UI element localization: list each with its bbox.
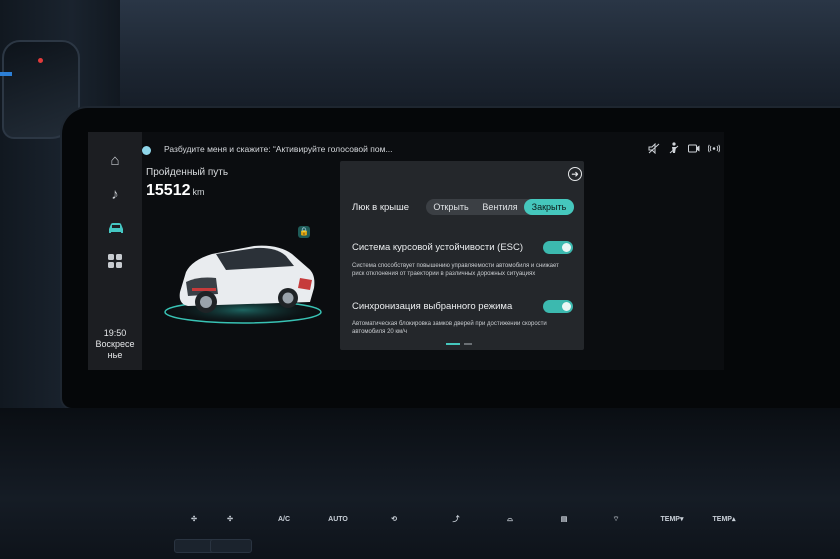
page-indicator-active [446, 343, 460, 345]
trip-odometer: 15512 km [146, 182, 205, 200]
apps-grid [108, 254, 122, 268]
seat-belt-icon [669, 142, 679, 154]
clock-day-cont: нье [107, 350, 123, 360]
esc-toggle-knob [562, 243, 571, 252]
esc-description: Система способствует повышению управляем… [352, 263, 559, 277]
fan-up-icon[interactable]: ✣ [206, 513, 254, 553]
sunroof-segmented-control: Открыть Вентиля Закрыть [426, 199, 574, 215]
sync-toggle[interactable] [543, 300, 573, 313]
trip-label: Пройденный путь [146, 167, 229, 178]
recirculation-icon[interactable]: ⟲ [370, 513, 418, 533]
climate-controls: ✣ ✣ A/C AUTO ⟲ ⤴ ⌓ ▤ ⌔ TEMP▾ TEMP▴ [170, 513, 770, 553]
auto-button[interactable]: AUTO [314, 513, 362, 533]
music-icon[interactable]: ♪ [106, 186, 124, 204]
rear-defrost-icon[interactable]: ▤ [540, 513, 588, 533]
esc-toggle[interactable] [543, 241, 573, 254]
indicator-light [38, 58, 43, 63]
voice-assistant-icon[interactable] [142, 146, 151, 155]
status-bar [648, 142, 721, 154]
clock-day: Воскресе [95, 339, 135, 349]
sync-description: Автоматическая блокировка замков дверей … [352, 321, 547, 335]
esc-label: Система курсовой устойчивости (ESC) [352, 242, 524, 253]
home-icon[interactable]: ⌂ [106, 152, 124, 170]
seat-air-icon[interactable]: ⤴ [432, 513, 480, 533]
sync-toggle-knob [562, 302, 571, 311]
dashcam-icon [687, 144, 700, 152]
sunroof-label: Люк в крыше [352, 202, 410, 213]
front-defrost-icon[interactable]: ⌓ [486, 513, 534, 533]
dashboard-top [0, 0, 840, 120]
signal-icon [708, 144, 721, 152]
ambient-light [0, 72, 12, 76]
trip-unit: km [192, 187, 205, 197]
apps-icon[interactable] [106, 254, 124, 272]
vehicle-image [158, 224, 338, 334]
temp-up-button[interactable]: TEMP▴ [700, 513, 748, 533]
windshield-icon[interactable]: ⌔ [592, 513, 640, 533]
clock: 19:50 Воскресе нье [88, 328, 142, 361]
sync-label: Синхронизация выбранного режима [352, 301, 513, 312]
sunroof-open-option[interactable]: Открыть [426, 199, 476, 215]
vehicle-settings-panel: ➜ Люк в крыше Открыть Вентиля Закрыть Си… [340, 161, 584, 350]
car-icon[interactable] [106, 220, 124, 238]
infotainment-screen: ⌂ ♪ 19:50 Воскресе нье Разбудите меня и … [88, 132, 724, 370]
car-glyph [109, 223, 123, 233]
mute-icon [648, 142, 660, 154]
clock-time: 19:50 [103, 328, 127, 338]
page-indicator [464, 343, 472, 345]
car-illustration [159, 245, 327, 326]
temp-down-button[interactable]: TEMP▾ [648, 513, 696, 533]
ac-button[interactable]: A/C [260, 513, 308, 533]
next-page-button[interactable]: ➜ [568, 167, 582, 181]
key [210, 539, 252, 553]
sunroof-vent-option[interactable]: Вентиля [476, 199, 524, 215]
sunroof-close-option[interactable]: Закрыть [524, 199, 574, 215]
trip-value: 15512 [146, 182, 191, 199]
voice-prompt[interactable]: Разбудите меня и скажите: “Активируйте г… [164, 144, 393, 154]
sidebar: ⌂ ♪ 19:50 Воскресе нье [88, 132, 142, 370]
